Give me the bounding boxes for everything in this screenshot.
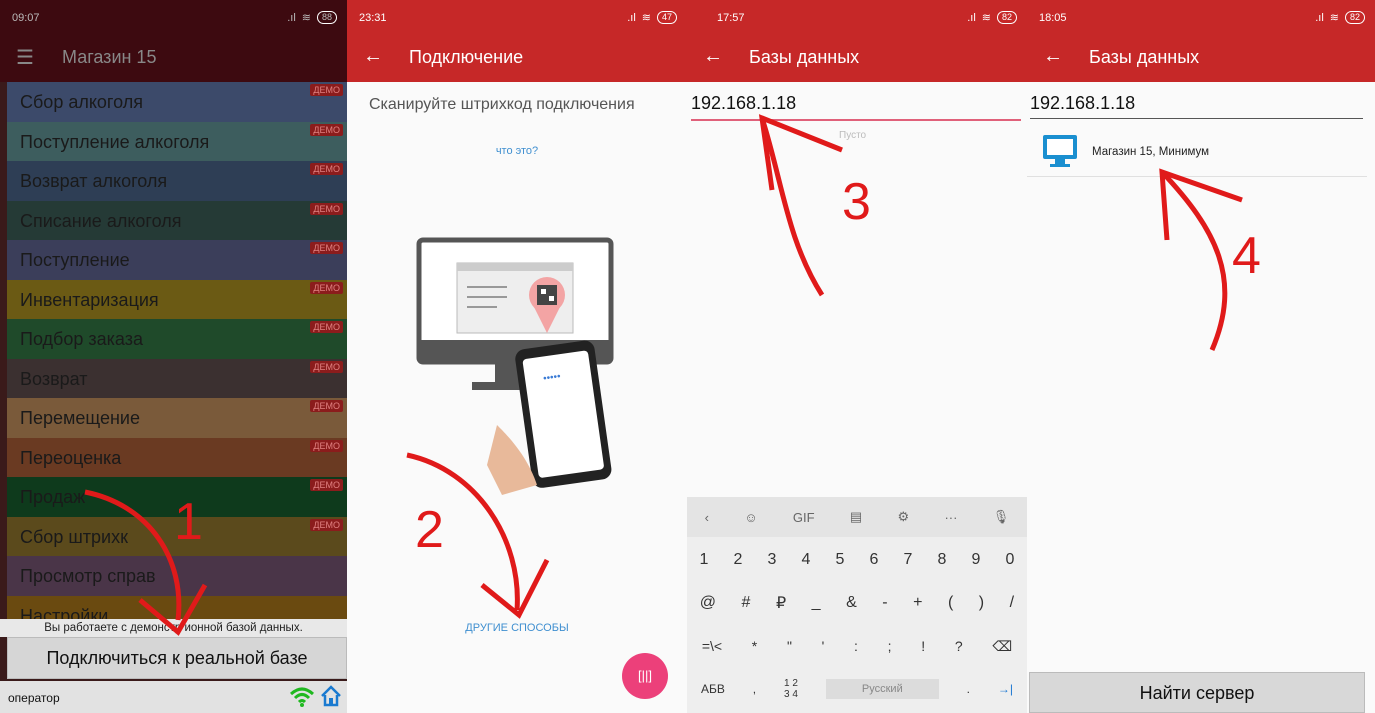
key[interactable]: =\< — [702, 638, 722, 654]
key[interactable]: 2 — [734, 551, 743, 569]
key[interactable]: - — [882, 594, 887, 612]
key[interactable]: ( — [948, 594, 953, 612]
keyboard-row-numbers: 1 2 3 4 5 6 7 8 9 0 — [687, 539, 1027, 581]
key[interactable]: 5 — [836, 551, 845, 569]
key-abc[interactable]: АБВ — [701, 682, 725, 696]
key-enter[interactable]: →| — [998, 682, 1013, 696]
key[interactable]: & — [846, 594, 857, 612]
key[interactable]: ; — [888, 638, 892, 654]
on-screen-keyboard: ‹ ☺ GIF ▤ ⚙ ··· 🎙 1 2 3 4 5 6 7 8 9 0 @ # ₽ _ & - + () / =\< * " '… — [687, 497, 1027, 713]
keyboard-toolbar-button[interactable]: ⚙ — [898, 509, 910, 525]
keyboard-toolbar: ‹ ☺ GIF ▤ ⚙ ··· 🎙 — [687, 497, 1027, 537]
key[interactable]: : — [854, 638, 858, 654]
keyboard-row-bottom: АБВ , 1 2 3 4 Русский . →| — [687, 668, 1027, 710]
key[interactable]: ⌫ — [992, 638, 1012, 655]
panel-main-menu: 09:07 .ıl ≋ 88 ☰ Магазин 15 Сбор алкоголя Д… — [0, 0, 347, 713]
key[interactable]: 4 — [802, 551, 811, 569]
key-comma[interactable]: , — [753, 682, 756, 696]
key[interactable]: / — [1010, 594, 1014, 612]
panel-connection: 23:31 .ıl ≋ 47 ← Подключение Сканируйте шт… — [347, 0, 687, 713]
keyboard-toolbar-button[interactable]: ··· — [944, 510, 957, 525]
step-number: 1 — [174, 493, 203, 551]
key[interactable]: # — [742, 594, 751, 612]
key[interactable]: ! — [921, 638, 925, 654]
key-space[interactable]: Русский — [825, 679, 939, 699]
key[interactable]: 6 — [870, 551, 879, 569]
key[interactable]: _ — [812, 594, 821, 612]
keyboard-toolbar-button[interactable]: ☺ — [744, 510, 757, 525]
panel-databases-input: 17:57 .ıl ≋ 82 ← Базы данных 192.168.1.18 … — [687, 0, 1027, 713]
key[interactable]: ' — [822, 638, 825, 654]
key[interactable]: 9 — [972, 551, 981, 569]
panel-databases-result: 18:05 .ıl ≋ 82 ← Базы данных 192.168.1.18 … — [1027, 0, 1375, 713]
key[interactable]: 1 — [700, 551, 709, 569]
key[interactable]: 0 — [1006, 551, 1015, 569]
key[interactable]: 8 — [938, 551, 947, 569]
key[interactable]: 3 — [768, 551, 777, 569]
key-numbers[interactable]: 1 2 3 4 — [784, 678, 798, 700]
arrow-annotation — [1159, 168, 1243, 351]
key[interactable]: + — [913, 594, 922, 612]
keyboard-toolbar-button[interactable]: GIF — [793, 510, 815, 525]
arrow-annotation — [406, 452, 550, 619]
step-number: 3 — [842, 173, 871, 231]
find-server-button[interactable]: Найти сервер — [1029, 672, 1365, 713]
key[interactable]: " — [787, 638, 792, 654]
keyboard-row-symbols: @ # ₽ _ & - + () / — [687, 582, 1027, 624]
key[interactable]: @ — [700, 594, 716, 612]
key[interactable]: 7 — [904, 551, 913, 569]
other-methods-link[interactable]: ДРУГИЕ СПОСОБЫ — [347, 622, 687, 634]
key-dot[interactable]: . — [967, 682, 970, 696]
key[interactable]: * — [752, 638, 757, 654]
keyboard-toolbar-button[interactable]: 🎙 — [993, 509, 1010, 525]
arrow-annotation — [84, 489, 208, 636]
step-number: 4 — [1232, 227, 1261, 285]
key[interactable]: ₽ — [776, 593, 786, 613]
keyboard-toolbar-button[interactable]: ‹ — [705, 510, 709, 525]
barcode-icon: [||] — [638, 668, 652, 683]
keyboard-toolbar-button[interactable]: ▤ — [850, 509, 862, 525]
step-number: 2 — [415, 501, 444, 559]
scan-barcode-button[interactable]: [||] — [622, 653, 668, 699]
key[interactable]: ) — [979, 594, 984, 612]
keyboard-row-punct: =\< * " ':;!? ⌫ — [687, 625, 1027, 667]
key[interactable]: ? — [955, 638, 963, 654]
